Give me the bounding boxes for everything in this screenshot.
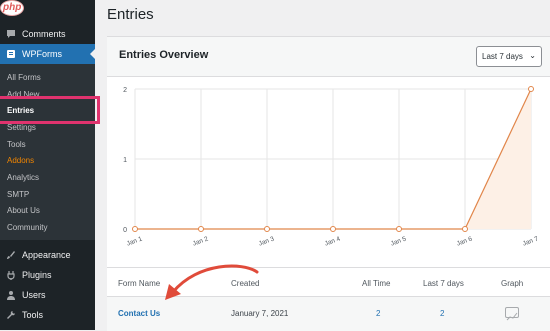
data-point (462, 226, 468, 232)
submenu-smtp[interactable]: SMTP (7, 190, 29, 199)
date-range-select[interactable]: Last 7 days ⌄ (476, 46, 542, 67)
x-tick-label: Jan 1 (126, 235, 144, 247)
submenu-analytics[interactable]: Analytics (7, 173, 39, 182)
sidebar-item-plugins[interactable]: Plugins (0, 265, 95, 285)
x-tick-label: Jan 3 (258, 235, 276, 247)
all-time-count[interactable]: 2 (376, 309, 380, 318)
submenu-tools[interactable]: Tools (7, 140, 26, 149)
x-tick-label: Jan 2 (192, 235, 210, 247)
data-point (198, 226, 204, 232)
submenu-all-forms[interactable]: All Forms (7, 73, 41, 82)
sidebar-item-label: Plugins (22, 270, 52, 280)
entries-chart: 0 1 2 Jan 1 Jan 2 Jan 3 Jan 4 Jan 5 Jan 6 Jan 7 (123, 86, 540, 248)
overview-title: Entries Overview (119, 49, 209, 61)
x-tick-label: Jan 4 (324, 235, 342, 247)
col-all-time: All Time (362, 279, 391, 288)
col-last-7-days: Last 7 days (423, 279, 464, 288)
data-point (396, 226, 402, 232)
chevron-down-icon: ⌄ (529, 51, 536, 60)
date-range-value: Last 7 days (482, 52, 523, 61)
sidebar-item-label: Comments (22, 29, 66, 39)
sidebar-item-label: Users (22, 290, 46, 300)
sidebar-item-label: WPForms (22, 49, 62, 59)
data-point (132, 226, 138, 232)
last-7-days-count[interactable]: 2 (440, 309, 444, 318)
sidebar-item-appearance[interactable]: Appearance (0, 245, 95, 265)
submenu-addons[interactable]: Addons (7, 156, 34, 165)
y-tick-label: 2 (123, 87, 127, 94)
data-point (528, 86, 534, 92)
user-icon (7, 291, 15, 300)
data-point (330, 226, 336, 232)
page-title: Entries (107, 6, 154, 23)
annotation-arrow (165, 264, 259, 300)
sidebar-item-label: Tools (22, 310, 44, 320)
col-graph: Graph (501, 279, 524, 288)
main-content: Entries Entries Overview Last 7 days ⌄ 0… (95, 0, 550, 331)
submenu-about-us[interactable]: About Us (7, 206, 40, 215)
panel-header: Entries Overview Last 7 days ⌄ (107, 37, 550, 77)
sidebar-item-label: Appearance (22, 250, 71, 260)
x-tick-label: Jan 7 (522, 235, 540, 247)
created-date: January 7, 2021 (231, 309, 289, 318)
plug-icon (7, 271, 15, 280)
submenu-community[interactable]: Community (7, 223, 47, 232)
admin-sidebar: php Comments WPForms All Forms Add New E… (0, 0, 95, 330)
wpforms-icon (7, 50, 15, 58)
paintbrush-icon (7, 251, 15, 259)
x-tick-label: Jan 5 (390, 235, 408, 247)
x-tick-label: Jan 6 (456, 235, 474, 247)
wpforms-submenu: All Forms Add New Entries Settings Tools… (0, 64, 95, 240)
wrench-icon (7, 310, 16, 319)
sidebar-item-comments[interactable]: Comments (0, 24, 95, 44)
sidebar-item-users[interactable]: Users (0, 285, 95, 305)
form-name-link[interactable]: Contact Us (118, 309, 160, 318)
sidebar-item-wpforms[interactable]: WPForms (0, 44, 95, 64)
php-watermark: php (0, 0, 26, 24)
y-tick-label: 0 (123, 227, 127, 234)
sidebar-item-tools[interactable]: Tools (0, 305, 95, 325)
graph-icon[interactable] (505, 307, 519, 321)
submenu-settings[interactable]: Settings (7, 123, 36, 132)
entries-highlight-box (0, 96, 100, 124)
y-tick-label: 1 (123, 157, 127, 164)
data-point (264, 226, 270, 232)
comment-icon (7, 30, 15, 38)
